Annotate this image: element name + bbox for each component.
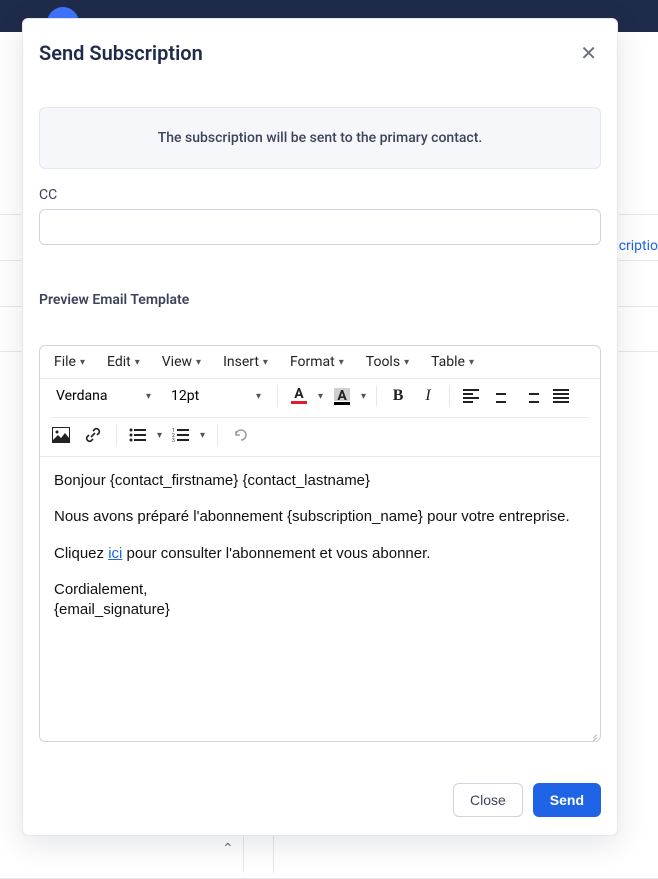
send-subscription-modal: Send Subscription ✕ The subscription wil… [22, 18, 618, 836]
text: Cordialement, [54, 581, 147, 598]
placeholder-token: {contact_firstname} {contact_lastname} [110, 472, 370, 489]
chevron-down-icon: ▾ [339, 357, 344, 368]
toolbar-separator [277, 385, 278, 407]
menu-tools-label: Tools [366, 354, 400, 370]
align-right-button[interactable] [520, 385, 542, 407]
link-button[interactable] [82, 424, 104, 446]
editor-toolbar: Verdana ▾ 12pt ▾ A ▾ [40, 379, 600, 457]
email-greeting: Bonjour {contact_firstname} {contact_las… [54, 471, 586, 491]
email-link[interactable]: ici [108, 545, 122, 562]
numbered-list-button[interactable]: 123 [172, 424, 190, 446]
align-center-icon [493, 389, 509, 403]
text-color-icon: A [289, 386, 309, 406]
close-button[interactable]: Close [453, 783, 523, 817]
menu-format-label: Format [290, 354, 335, 370]
menu-edit-label: Edit [107, 354, 131, 370]
font-size-value: 12pt [171, 388, 199, 404]
align-left-icon [463, 389, 479, 403]
chevron-down-icon: ▾ [80, 357, 85, 368]
highlight-icon: A [332, 386, 352, 406]
italic-button[interactable]: I [417, 385, 439, 407]
chevron-down-icon: ▾ [135, 357, 140, 368]
chevron-down-icon: ▾ [146, 391, 151, 402]
highlight-color-button[interactable]: A [331, 385, 353, 407]
bold-button[interactable]: B [387, 385, 409, 407]
menu-table-label: Table [431, 354, 465, 370]
chevron-down-icon[interactable]: ▾ [200, 430, 205, 441]
resize-handle-icon[interactable] [586, 727, 598, 739]
text: Bonjour [54, 472, 110, 489]
chevron-down-icon[interactable]: ▾ [157, 430, 162, 441]
chevron-down-icon: ▾ [256, 391, 261, 402]
menu-insert-label: Insert [223, 354, 259, 370]
font-family-select[interactable]: Verdana ▾ [50, 386, 157, 406]
toolbar-separator [116, 424, 117, 446]
chevron-up-icon: ⌃ [222, 841, 234, 857]
email-signoff: Cordialement, {email_signature} [54, 580, 586, 621]
modal-title: Send Subscription [39, 41, 203, 65]
rich-text-editor: File ▾ Edit ▾ View ▾ Insert ▾ Format ▾ Tools ▾… [39, 345, 601, 742]
text: Cliquez [54, 545, 108, 562]
bg-partial-link: criptio [619, 238, 658, 254]
menu-insert[interactable]: Insert ▾ [223, 354, 268, 370]
align-justify-button[interactable] [550, 385, 572, 407]
placeholder-token: {email_signature} [54, 601, 170, 618]
text-color-button[interactable]: A [288, 385, 310, 407]
chevron-down-icon: ▾ [196, 357, 201, 368]
align-justify-icon [553, 389, 569, 403]
chevron-down-icon: ▾ [469, 357, 474, 368]
menu-view[interactable]: View ▾ [162, 354, 201, 370]
image-button[interactable] [50, 424, 72, 446]
chevron-down-icon: ▾ [263, 357, 268, 368]
toolbar-separator [217, 424, 218, 446]
info-banner: The subscription will be sent to the pri… [39, 107, 601, 169]
email-intro: Nous avons préparé l'abonnement {subscri… [54, 507, 586, 527]
bg-grid-row [0, 832, 658, 879]
menu-edit[interactable]: Edit ▾ [107, 354, 140, 370]
chevron-down-icon[interactable]: ▾ [318, 391, 323, 402]
toolbar-separator [449, 385, 450, 407]
text-color-letter: A [294, 388, 303, 400]
align-right-icon [523, 389, 539, 403]
menu-tools[interactable]: Tools ▾ [366, 354, 409, 370]
cc-label: CC [39, 187, 601, 203]
editor-content[interactable]: Bonjour {contact_firstname} {contact_las… [40, 457, 600, 741]
undo-button[interactable] [230, 424, 252, 446]
chevron-down-icon: ▾ [404, 357, 409, 368]
close-icon[interactable]: ✕ [576, 41, 601, 65]
menu-file-label: File [54, 354, 76, 370]
menu-view-label: View [162, 354, 192, 370]
toolbar-separator [376, 385, 377, 407]
send-button[interactable]: Send [533, 783, 601, 817]
align-center-button[interactable] [490, 385, 512, 407]
email-cta: Cliquez ici pour consulter l'abonnement … [54, 544, 586, 564]
menu-file[interactable]: File ▾ [54, 354, 85, 370]
chevron-down-icon[interactable]: ▾ [361, 391, 366, 402]
link-icon [84, 426, 102, 444]
undo-icon [232, 427, 250, 443]
align-left-button[interactable] [460, 385, 482, 407]
modal-footer: Close Send [39, 767, 601, 817]
font-size-select[interactable]: 12pt ▾ [165, 386, 267, 406]
image-icon [52, 427, 70, 443]
cc-input[interactable] [39, 209, 601, 245]
svg-text:3: 3 [172, 438, 175, 443]
font-family-value: Verdana [56, 388, 108, 404]
bullet-list-button[interactable] [129, 424, 147, 446]
numbered-list-icon: 123 [172, 427, 190, 443]
editor-menubar: File ▾ Edit ▾ View ▾ Insert ▾ Format ▾ Tools ▾… [40, 346, 600, 379]
highlight-letter: A [337, 390, 346, 402]
menu-table[interactable]: Table ▾ [431, 354, 474, 370]
text: pour consulter l'abonnement et vous abon… [122, 545, 430, 562]
menu-format[interactable]: Format ▾ [290, 354, 344, 370]
preview-template-link[interactable]: Preview Email Template [39, 292, 601, 308]
bullet-list-icon [129, 427, 147, 443]
